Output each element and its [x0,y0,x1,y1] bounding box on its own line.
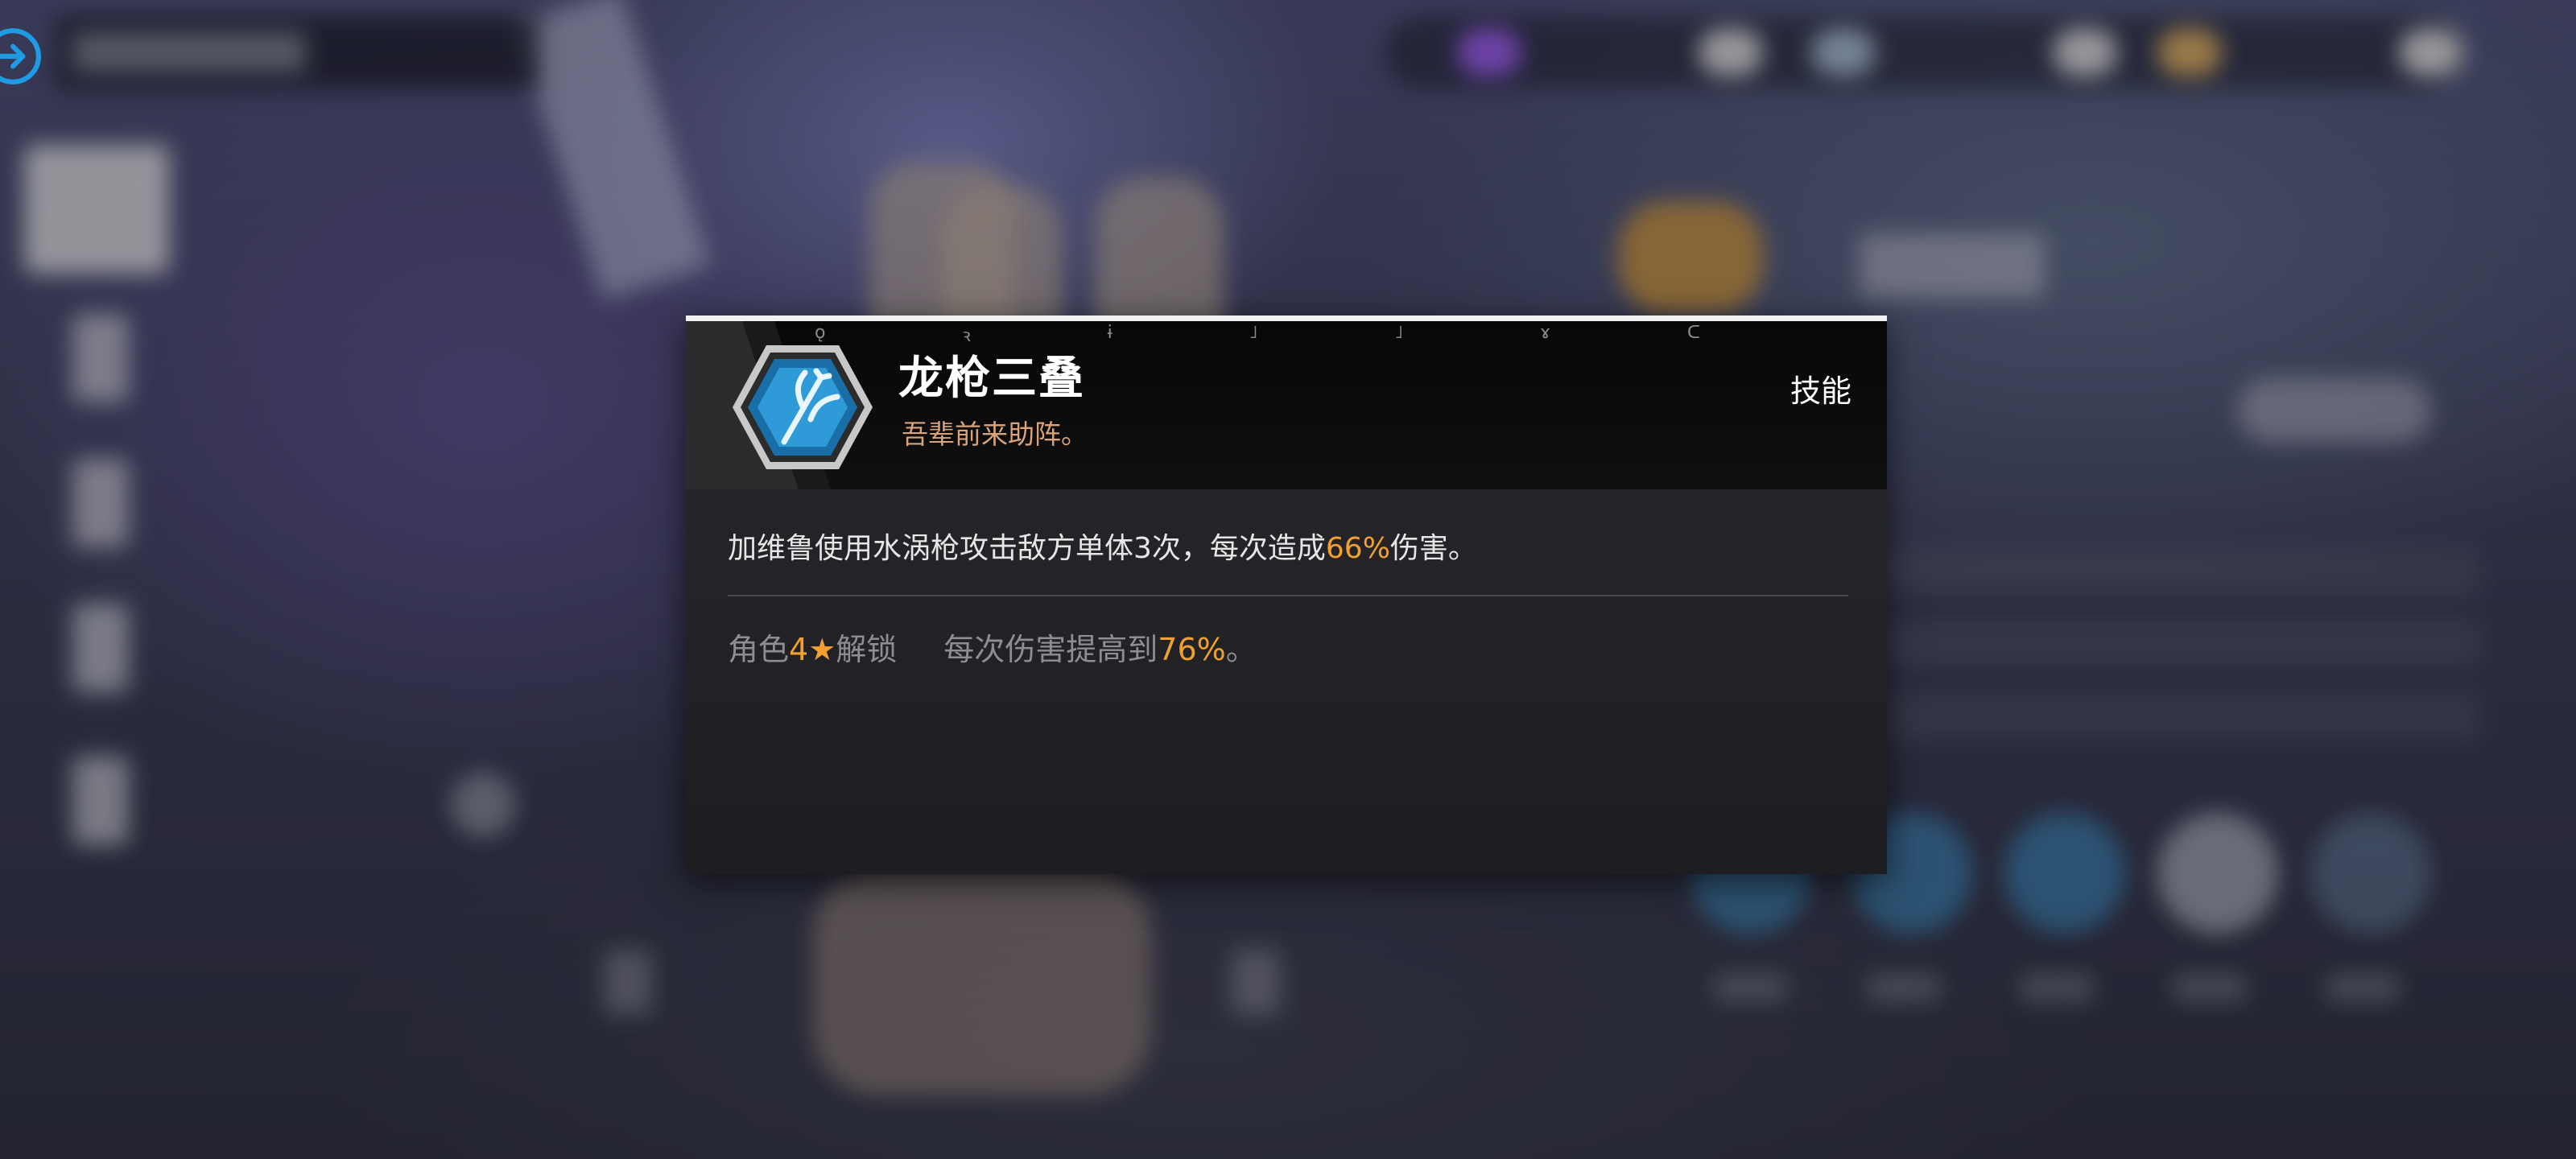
skill-header: ǫ ꝛ ɨ ˩ ˩ ɤ ᑕ 龙枪三叠 吾辈前来助阵。 技能 [686,321,1887,489]
upgrade-condition: 角色4★解锁 [728,625,897,669]
upgrade-star-requirement: 4★ [789,632,836,667]
upgrade-damage-value: 76% [1158,632,1226,667]
skill-upgrade-row: 角色4★解锁 每次伤害提高到76%。 [728,625,1855,669]
trident-icon [733,345,873,469]
upgrade-effect: 每次伤害提高到76%。 [943,625,1257,669]
skill-name: 龙枪三叠 [898,352,1085,405]
upgrade-condition-prefix: 角色 [728,632,790,667]
skill-damage-value: 66% [1325,532,1390,565]
upgrade-effect-text: 每次伤害提高到 [943,632,1158,667]
popup-top-border [686,316,1887,321]
skill-description: 加维鲁使用水涡枪攻击敌方单体3次，每次造成66%伤害。 [728,525,1855,567]
skill-type-label: 技能 [1790,373,1852,409]
skill-description-suffix: 伤害。 [1389,532,1477,565]
upgrade-condition-suffix: 解锁 [836,632,898,667]
skill-description-text: 加维鲁使用水涡枪攻击敌方单体3次，每次造成 [728,532,1326,565]
back-button[interactable] [0,6,50,106]
skill-quote: 吾辈前来助阵。 [902,419,1088,450]
skill-detail-popup: ǫ ꝛ ɨ ˩ ˩ ɤ ᑕ 龙枪三叠 吾辈前来助阵。 技能 加维鲁使用水涡枪攻击敌方单体3次… [686,316,1887,874]
divider [728,595,1848,596]
upgrade-effect-suffix: 。 [1225,632,1257,667]
arrow-right-circle-icon [0,28,41,85]
